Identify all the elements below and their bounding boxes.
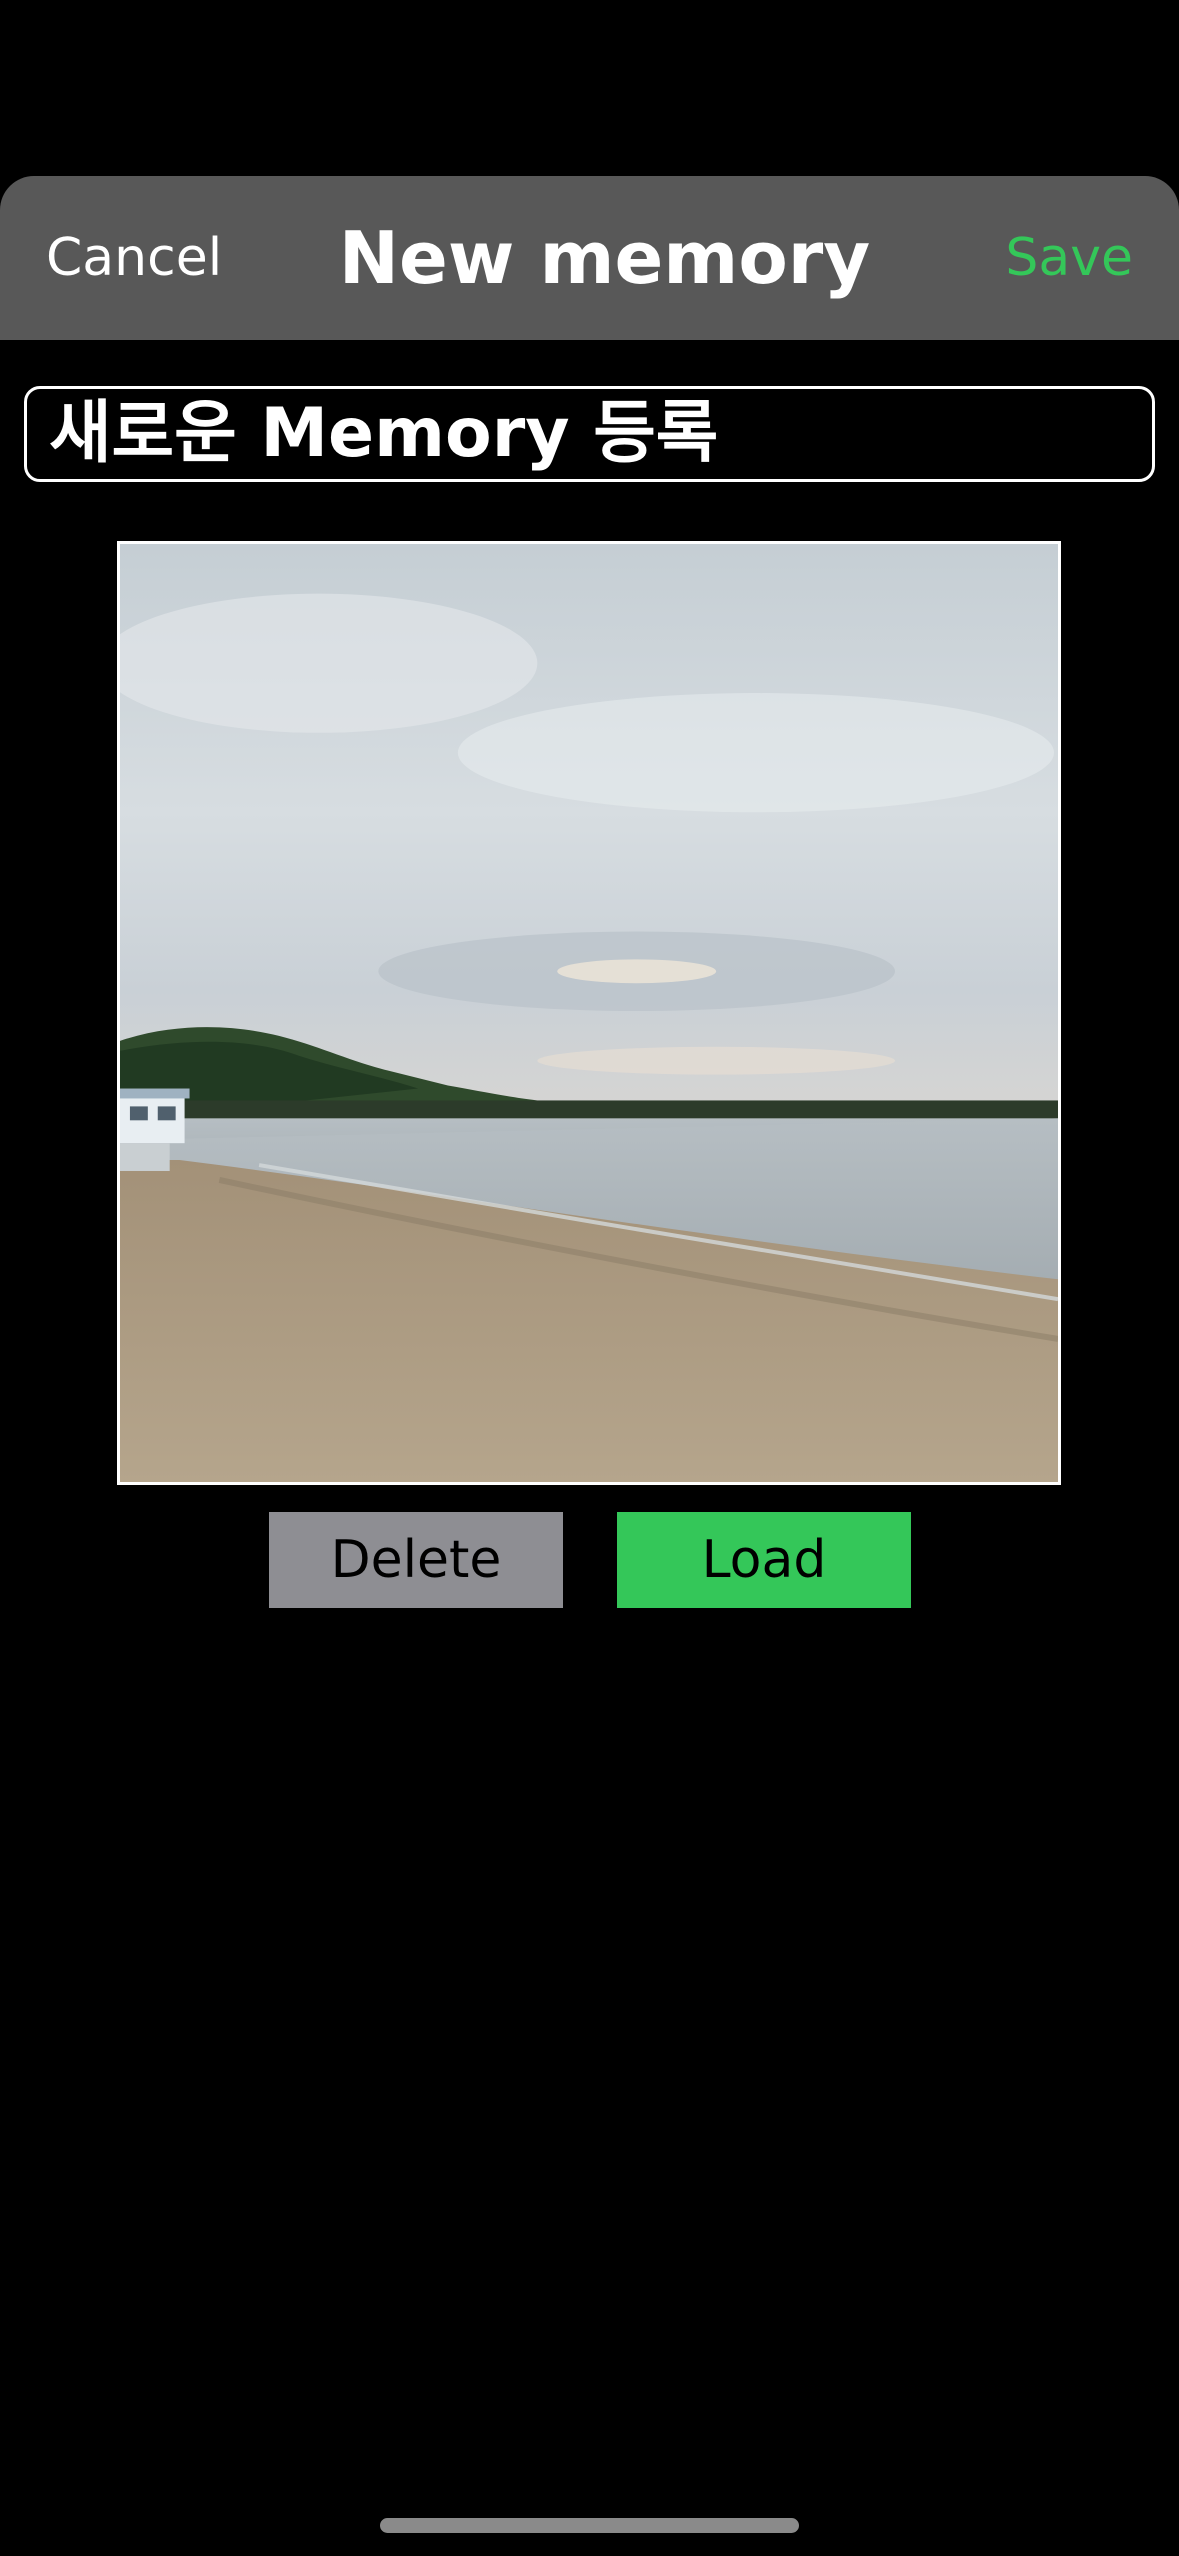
beach-photo-image bbox=[120, 544, 1058, 1482]
memory-photo bbox=[117, 541, 1061, 1485]
save-button[interactable]: Save bbox=[1005, 176, 1133, 340]
home-indicator[interactable] bbox=[380, 2518, 799, 2533]
screen: Cancel New memory Save 새로운 Memory 등록 Del… bbox=[0, 0, 1179, 2556]
memory-title-field[interactable]: 새로운 Memory 등록 bbox=[24, 386, 1155, 482]
delete-button[interactable]: Delete bbox=[269, 1512, 563, 1608]
page-title: New memory bbox=[338, 216, 871, 300]
nav-header: Cancel New memory Save bbox=[0, 176, 1179, 340]
load-button[interactable]: Load bbox=[617, 1512, 911, 1608]
